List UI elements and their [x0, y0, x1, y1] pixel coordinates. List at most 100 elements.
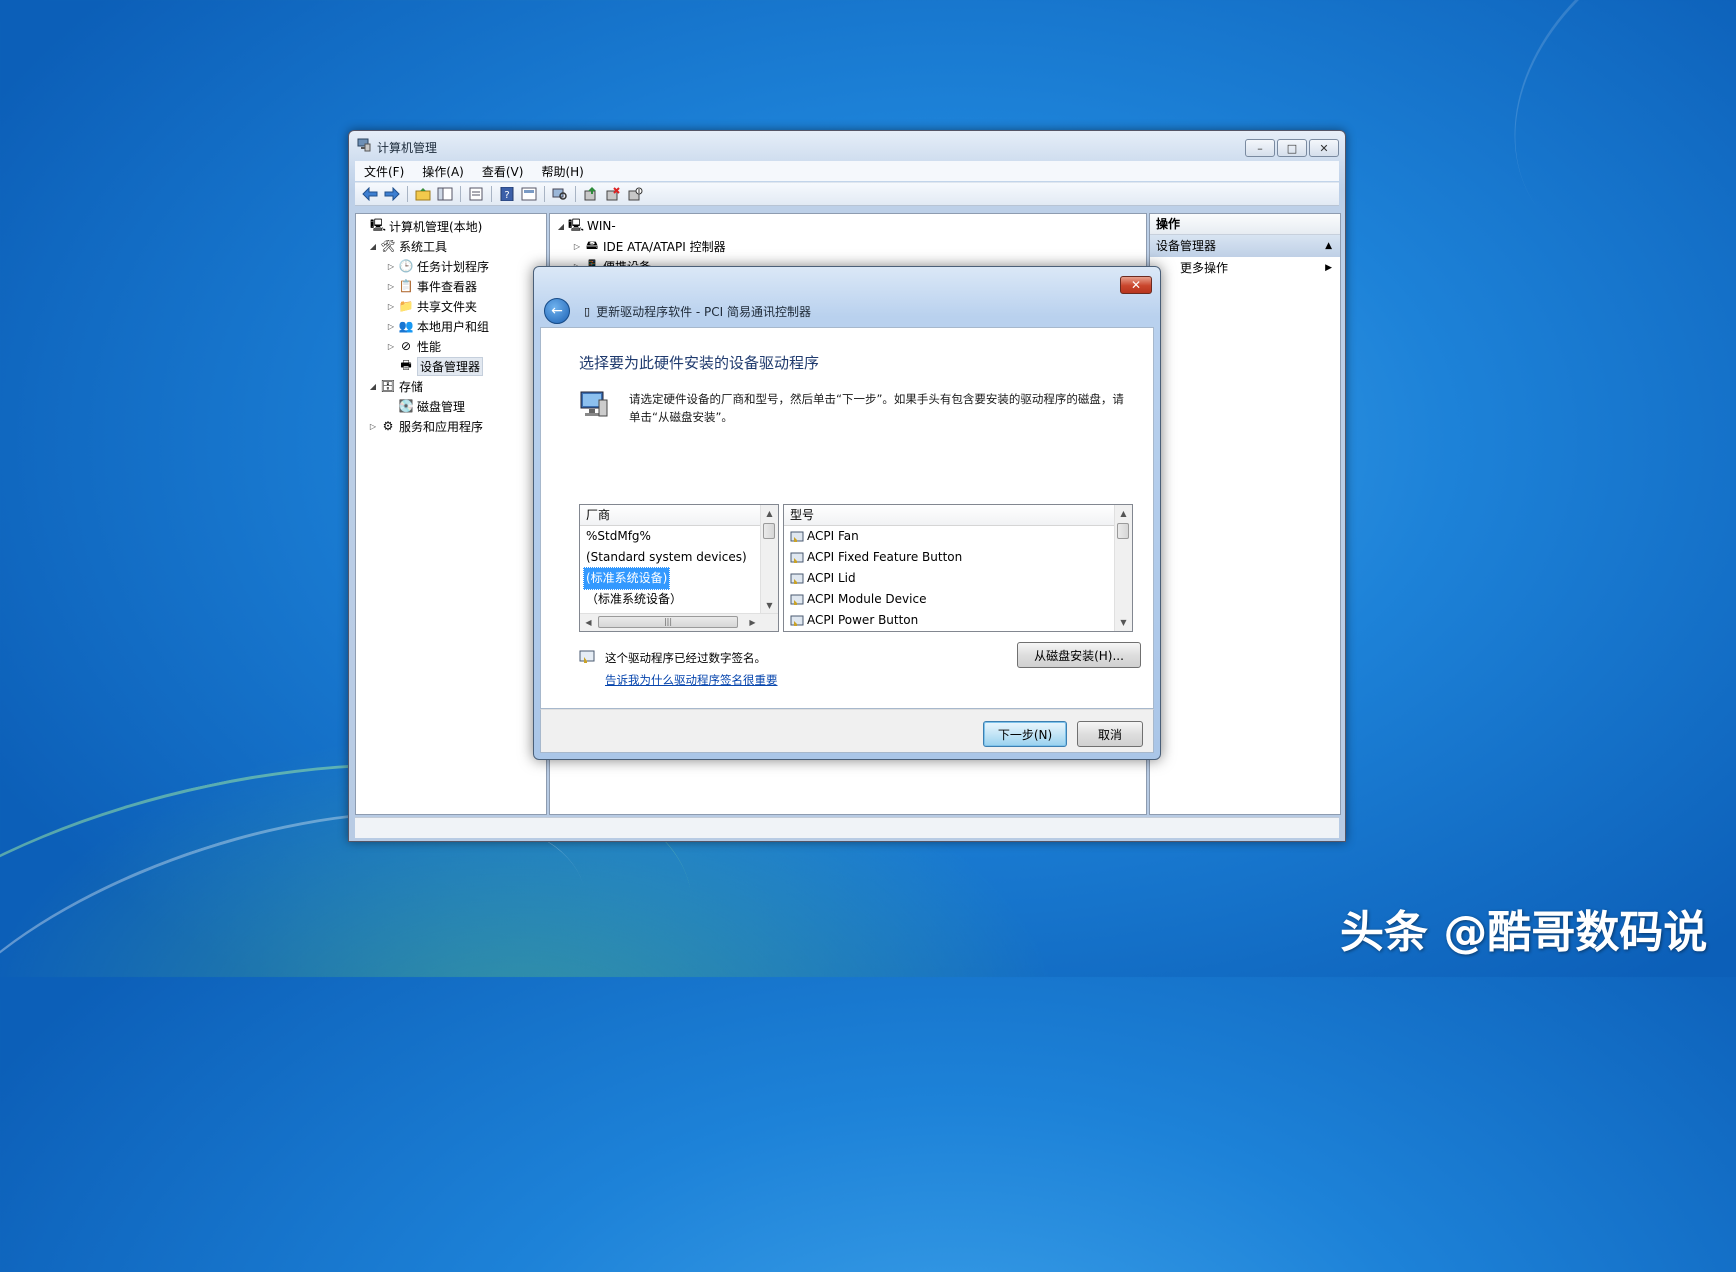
show-tree-icon[interactable] [436, 185, 454, 203]
collapse-icon[interactable]: ◢ [368, 242, 378, 251]
list-item[interactable]: ACPI Fixed Feature Button [784, 547, 1132, 568]
expand-icon[interactable]: ▷ [572, 242, 582, 251]
signed-driver-icon [579, 650, 595, 663]
list-item[interactable]: ACPI Module Device [784, 589, 1132, 610]
wallpaper-streak [1449, 0, 1736, 331]
instruction-text: 请选定硬件设备的厂商和型号，然后单击“下一步”。如果手头有包含要安装的驱动程序的… [629, 392, 1124, 424]
vertical-scrollbar[interactable]: ▲ ▼ [1114, 505, 1132, 631]
device-computer[interactable]: ◢ 🖳 WIN- [556, 216, 1144, 236]
list-item[interactable]: ACPI Lid [784, 568, 1132, 589]
scroll-left-icon[interactable]: ◀ [580, 614, 597, 631]
update-driver-icon[interactable] [582, 185, 600, 203]
tree-item-services-apps[interactable]: ▷ ⚙ 服务和应用程序 [358, 416, 544, 436]
collapse-icon[interactable]: ◢ [556, 222, 566, 231]
device-ide-controller[interactable]: ▷ 🖴 IDE ATA/ATAPI 控制器 [556, 236, 1144, 256]
minimize-button[interactable]: – [1245, 139, 1275, 157]
expand-icon[interactable]: ▷ [386, 322, 396, 331]
manufacturer-column-header[interactable]: 厂商 [580, 505, 761, 526]
scan-hardware-icon[interactable] [551, 185, 569, 203]
list-item[interactable]: ACPI Fan [784, 526, 1132, 547]
dialog-close-button[interactable]: ✕ [1120, 276, 1152, 294]
event-viewer-icon: 📋 [398, 279, 414, 293]
cancel-button[interactable]: 取消 [1077, 721, 1143, 747]
expand-icon[interactable]: ▷ [386, 262, 396, 271]
tools-icon: 🛠 [380, 239, 396, 253]
list-item-selected[interactable]: (标准系统设备) [580, 567, 778, 590]
actions-section-device-manager[interactable]: 设备管理器 ▲ [1150, 235, 1340, 257]
disable-icon[interactable] [626, 185, 644, 203]
help-icon[interactable]: ? [498, 185, 516, 203]
toolbar-separator [407, 186, 408, 202]
console-tree-pane: 🖳 计算机管理(本地) ◢ 🛠 系统工具 ▷ 🕒 任务计划程序 ▷ 📋 事件查看… [355, 213, 547, 815]
list-item[interactable]: （标准系统设备） [580, 589, 778, 610]
tree-item-shared-folders[interactable]: ▷ 📁 共享文件夹 [358, 296, 544, 316]
expand-icon[interactable]: ▷ [386, 302, 396, 311]
list-item[interactable]: ACPI Power Button [784, 610, 1132, 631]
close-icon: ✕ [1130, 278, 1142, 292]
wizard-header: ← ▯ 更新驱动程序软件 - PCI 简易通讯控制器 [540, 297, 1154, 325]
model-listbox[interactable]: 型号 ACPI Fan ACPI Fixed Feature Button AC… [783, 504, 1133, 632]
tree-item-system-tools[interactable]: ◢ 🛠 系统工具 [358, 236, 544, 256]
manufacturer-listbox[interactable]: 厂商 %StdMfg% (Standard system devices) (标… [579, 504, 779, 632]
list-item[interactable]: %StdMfg% [580, 526, 778, 547]
status-bar [355, 817, 1339, 838]
have-disk-button[interactable]: 从磁盘安装(H)... [1017, 642, 1141, 668]
tree-item-device-manager[interactable]: 🖶 设备管理器 [358, 356, 544, 376]
tree-item-local-users[interactable]: ▷ 👥 本地用户和组 [358, 316, 544, 336]
scroll-thumb[interactable] [763, 523, 775, 539]
driver-icon [790, 615, 804, 626]
driver-icon [790, 531, 804, 542]
why-signing-link[interactable]: 告诉我为什么驱动程序签名很重要 [605, 672, 778, 688]
expand-icon[interactable]: ▷ [368, 422, 378, 431]
tree-item-disk-management[interactable]: 💽 磁盘管理 [358, 396, 544, 416]
collapse-icon[interactable]: ◢ [368, 382, 378, 391]
wizard-title: 更新驱动程序软件 - PCI 简易通讯控制器 [596, 304, 811, 319]
scroll-down-icon[interactable]: ▼ [1115, 614, 1132, 631]
hardware-monitor-icon [580, 391, 608, 417]
scroll-thumb[interactable] [1117, 523, 1129, 539]
console-icon[interactable] [520, 185, 538, 203]
minimize-icon: – [1257, 141, 1263, 155]
tree-item-task-scheduler[interactable]: ▷ 🕒 任务计划程序 [358, 256, 544, 276]
menu-file[interactable]: 文件(F) [355, 163, 413, 180]
next-button[interactable]: 下一步(N) [983, 721, 1067, 747]
tree-item-event-viewer[interactable]: ▷ 📋 事件查看器 [358, 276, 544, 296]
maximize-button[interactable]: □ [1277, 139, 1307, 157]
toolbar-separator [544, 186, 545, 202]
tree-item-storage[interactable]: ◢ 🗄 存储 [358, 376, 544, 396]
menu-action[interactable]: 操作(A) [413, 163, 473, 180]
scroll-up-icon[interactable]: ▲ [1115, 505, 1132, 522]
scroll-down-icon[interactable]: ▼ [761, 597, 778, 614]
actions-header: 操作 [1150, 214, 1340, 235]
forward-arrow-icon[interactable] [383, 185, 401, 203]
expand-icon[interactable]: ▷ [386, 342, 396, 351]
expand-icon[interactable]: ▷ [386, 282, 396, 291]
driver-icon [790, 573, 804, 584]
horizontal-scrollbar[interactable]: ◀ ||| ▶ [580, 613, 778, 631]
up-folder-icon[interactable] [414, 185, 432, 203]
uninstall-icon[interactable] [604, 185, 622, 203]
title-bar[interactable]: 计算机管理 – □ ✕ [349, 131, 1345, 159]
tree-item-root[interactable]: 🖳 计算机管理(本地) [358, 216, 544, 236]
scroll-right-icon[interactable]: ▶ [744, 614, 761, 631]
back-arrow-icon[interactable] [361, 185, 379, 203]
window-title: 计算机管理 [377, 141, 438, 155]
toolbar-separator [460, 186, 461, 202]
model-column-header[interactable]: 型号 [784, 505, 1115, 526]
collapse-up-icon[interactable]: ▲ [1325, 235, 1332, 257]
vertical-scrollbar[interactable]: ▲ ▼ [760, 505, 778, 614]
close-button[interactable]: ✕ [1309, 139, 1339, 157]
scroll-up-icon[interactable]: ▲ [761, 505, 778, 522]
performance-icon: ⊘ [400, 339, 412, 353]
properties-icon[interactable] [467, 185, 485, 203]
driver-icon [790, 552, 804, 563]
tree-item-performance[interactable]: ▷ ⊘ 性能 [358, 336, 544, 356]
wizard-back-button[interactable]: ← [544, 298, 570, 324]
scroll-thumb[interactable]: ||| [598, 616, 738, 628]
menu-help[interactable]: 帮助(H) [532, 163, 592, 180]
menu-view[interactable]: 查看(V) [473, 163, 533, 180]
services-icon: ⚙ [382, 419, 394, 433]
list-item[interactable]: (Standard system devices) [580, 547, 778, 568]
more-actions-item[interactable]: 更多操作 ▶ [1150, 257, 1340, 279]
watermark: 头条 @酷哥数码说 [1340, 907, 1708, 958]
